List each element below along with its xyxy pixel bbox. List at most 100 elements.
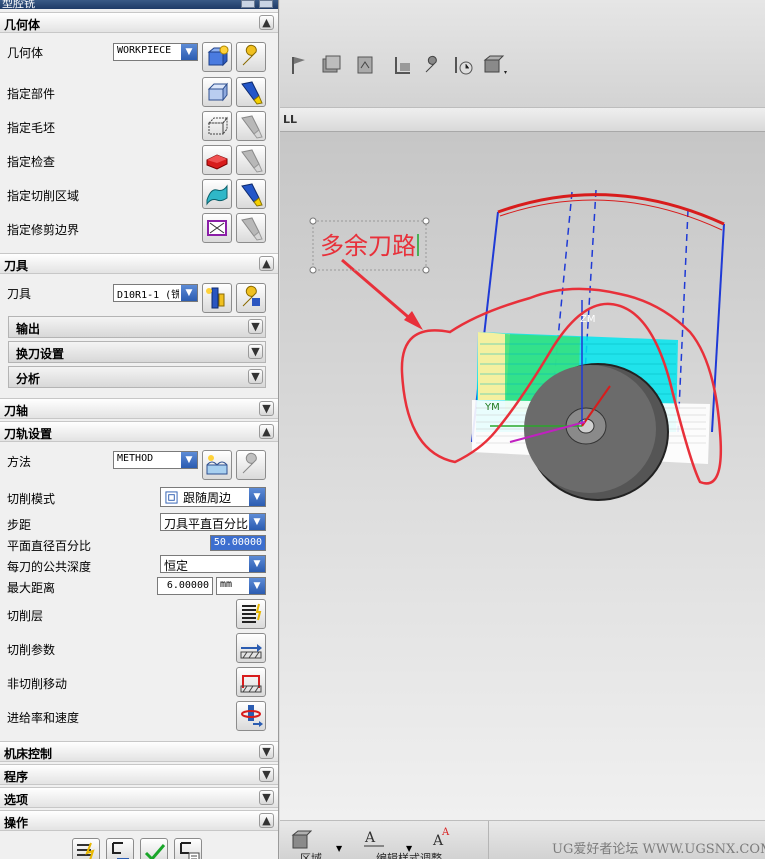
replay-button[interactable] [106,838,134,859]
part-model-view[interactable]: ZM YM 多余刀路 [280,132,765,820]
flag-icon[interactable] [288,54,310,76]
expand-icon[interactable]: ▼ [248,369,263,384]
chevron-down-icon[interactable]: ▼ [336,844,342,853]
section-program[interactable]: 程序 ▼ [0,764,278,785]
stepover-select[interactable]: 刀具平直百分比 ▼ [160,513,266,531]
toolbar-divider [488,821,489,859]
section-tool-label: 刀具 [4,259,29,273]
chevron-down-icon: ▼ [181,44,197,60]
geometry-select[interactable]: WORKPIECE ▼ [113,43,198,61]
edit-method-button[interactable] [236,450,266,480]
chevron-down-icon[interactable]: ▼ [406,844,412,853]
cut-levels-button[interactable] [236,599,266,629]
new-geometry-button[interactable] [202,42,232,72]
region-icon[interactable] [290,829,312,851]
max-distance-unit: mm [220,579,233,590]
adjust-label[interactable]: 调整 [420,850,442,859]
display-cut-area-button[interactable] [236,179,266,209]
operation-dialog: 型腔铣 几何体 ▲ 几何体 WORKPIECE ▼ 指定部件 指定毛坯 指定检查… [0,0,279,859]
specify-part-label: 指定部件 [7,87,56,101]
cut-pattern-label: 切削模式 [7,492,56,506]
common-depth-select[interactable]: 恒定 ▼ [160,555,266,573]
reset-dialog-icon[interactable] [241,0,255,8]
display-check-button[interactable] [236,145,266,175]
section-geometry[interactable]: 几何体 ▲ [0,12,278,33]
non-cutting-moves-button[interactable] [236,667,266,697]
max-distance-input[interactable]: 6.00000 [157,577,213,595]
collapse-icon[interactable]: ▲ [259,15,274,30]
specify-blank-button[interactable] [202,111,232,141]
specify-check-button[interactable] [202,145,232,175]
program-order-icon[interactable] [392,54,414,76]
specify-trim-boundary-button[interactable] [202,213,232,243]
machine-tool-icon[interactable] [422,54,444,76]
section-actions-label: 操作 [4,816,29,830]
section-tool-axis[interactable]: 刀轴 ▼ [0,398,278,419]
main-toolbar [280,0,765,108]
expand-icon[interactable]: ▼ [248,344,263,359]
subsection-output[interactable]: 输出 ▼ [8,316,266,338]
graphics-viewport[interactable]: ZM YM 多余刀路 [280,132,765,820]
edit-style-label[interactable]: 编辑样式 [376,850,420,859]
display-blank-button[interactable] [236,111,266,141]
time-icon[interactable] [452,54,474,76]
collapse-icon[interactable]: ▲ [259,256,274,271]
collapse-icon[interactable]: ▲ [259,424,274,439]
list-button[interactable] [174,838,202,859]
edit-style-icon[interactable]: A [362,827,386,849]
section-options[interactable]: 选项 ▼ [0,787,278,808]
region-label[interactable]: 区域 [300,850,322,859]
cutting-params-label: 切削参数 [7,643,56,657]
tool-select[interactable]: D10R1-1 (铣 ▼ [113,284,198,302]
edit-tool-button[interactable] [236,283,266,313]
max-distance-unit-select[interactable]: mm ▼ [216,577,266,595]
collapse-icon[interactable]: ▲ [259,813,274,828]
close-dialog-icon[interactable] [259,0,273,8]
wrench-icon [242,44,257,66]
adjust-icon[interactable]: AA [430,825,454,849]
display-part-button[interactable] [236,77,266,107]
expand-icon[interactable]: ▼ [259,401,274,416]
new-method-button[interactable] [202,450,232,480]
operation-navigator-icon[interactable] [320,54,342,76]
verify-button[interactable] [140,838,168,859]
section-geometry-label: 几何体 [4,18,41,32]
section-tool-axis-label: 刀轴 [4,404,29,418]
cutting-params-button[interactable] [236,633,266,663]
verify-icon [144,844,166,859]
flat-diameter-input[interactable]: 50.00000 [210,535,266,551]
expand-icon[interactable]: ▼ [248,319,263,334]
specify-cut-area-label: 指定切削区域 [7,189,80,203]
specify-part-button[interactable] [202,77,232,107]
section-path-settings[interactable]: 刀轨设置 ▲ [0,421,278,442]
cutting-params-icon [240,644,262,659]
method-select[interactable]: METHOD ▼ [113,451,198,469]
new-tool-icon [206,287,225,309]
flat-diameter-value: 50.00000 [213,537,262,548]
subsection-analysis[interactable]: 分析 ▼ [8,366,266,388]
section-actions[interactable]: 操作 ▲ [0,810,278,831]
dialog-title: 型腔铣 [2,0,35,10]
specify-cut-area-button[interactable] [202,179,232,209]
flat-diameter-label: 平面直径百分比 [7,539,92,553]
specify-trim-boundary-label: 指定修剪边界 [7,223,80,237]
expand-icon[interactable]: ▼ [259,744,274,759]
cut-pattern-value: 跟随周边 [183,491,232,505]
expand-icon[interactable]: ▼ [259,767,274,782]
display-trim-boundary-button[interactable] [236,213,266,243]
annotation-text[interactable]: 多余刀路 [320,232,416,260]
expand-icon[interactable]: ▼ [259,790,274,805]
section-path-settings-label: 刀轨设置 [4,427,53,441]
feeds-speeds-button[interactable] [236,701,266,731]
new-tool-button[interactable] [202,283,232,313]
output-icon[interactable] [354,54,376,76]
generate-button[interactable] [72,838,100,859]
edit-geometry-button[interactable] [236,42,266,72]
geometry-view-icon[interactable] [482,54,508,76]
feeds-speeds-icon [241,705,263,727]
graphics-tab[interactable]: LL [280,108,765,132]
section-machine-control[interactable]: 机床控制 ▼ [0,741,278,762]
cut-pattern-select[interactable]: 跟随周边 ▼ [160,487,266,507]
subsection-tool-change[interactable]: 换刀设置 ▼ [8,341,266,363]
section-tool[interactable]: 刀具 ▲ [0,253,278,274]
